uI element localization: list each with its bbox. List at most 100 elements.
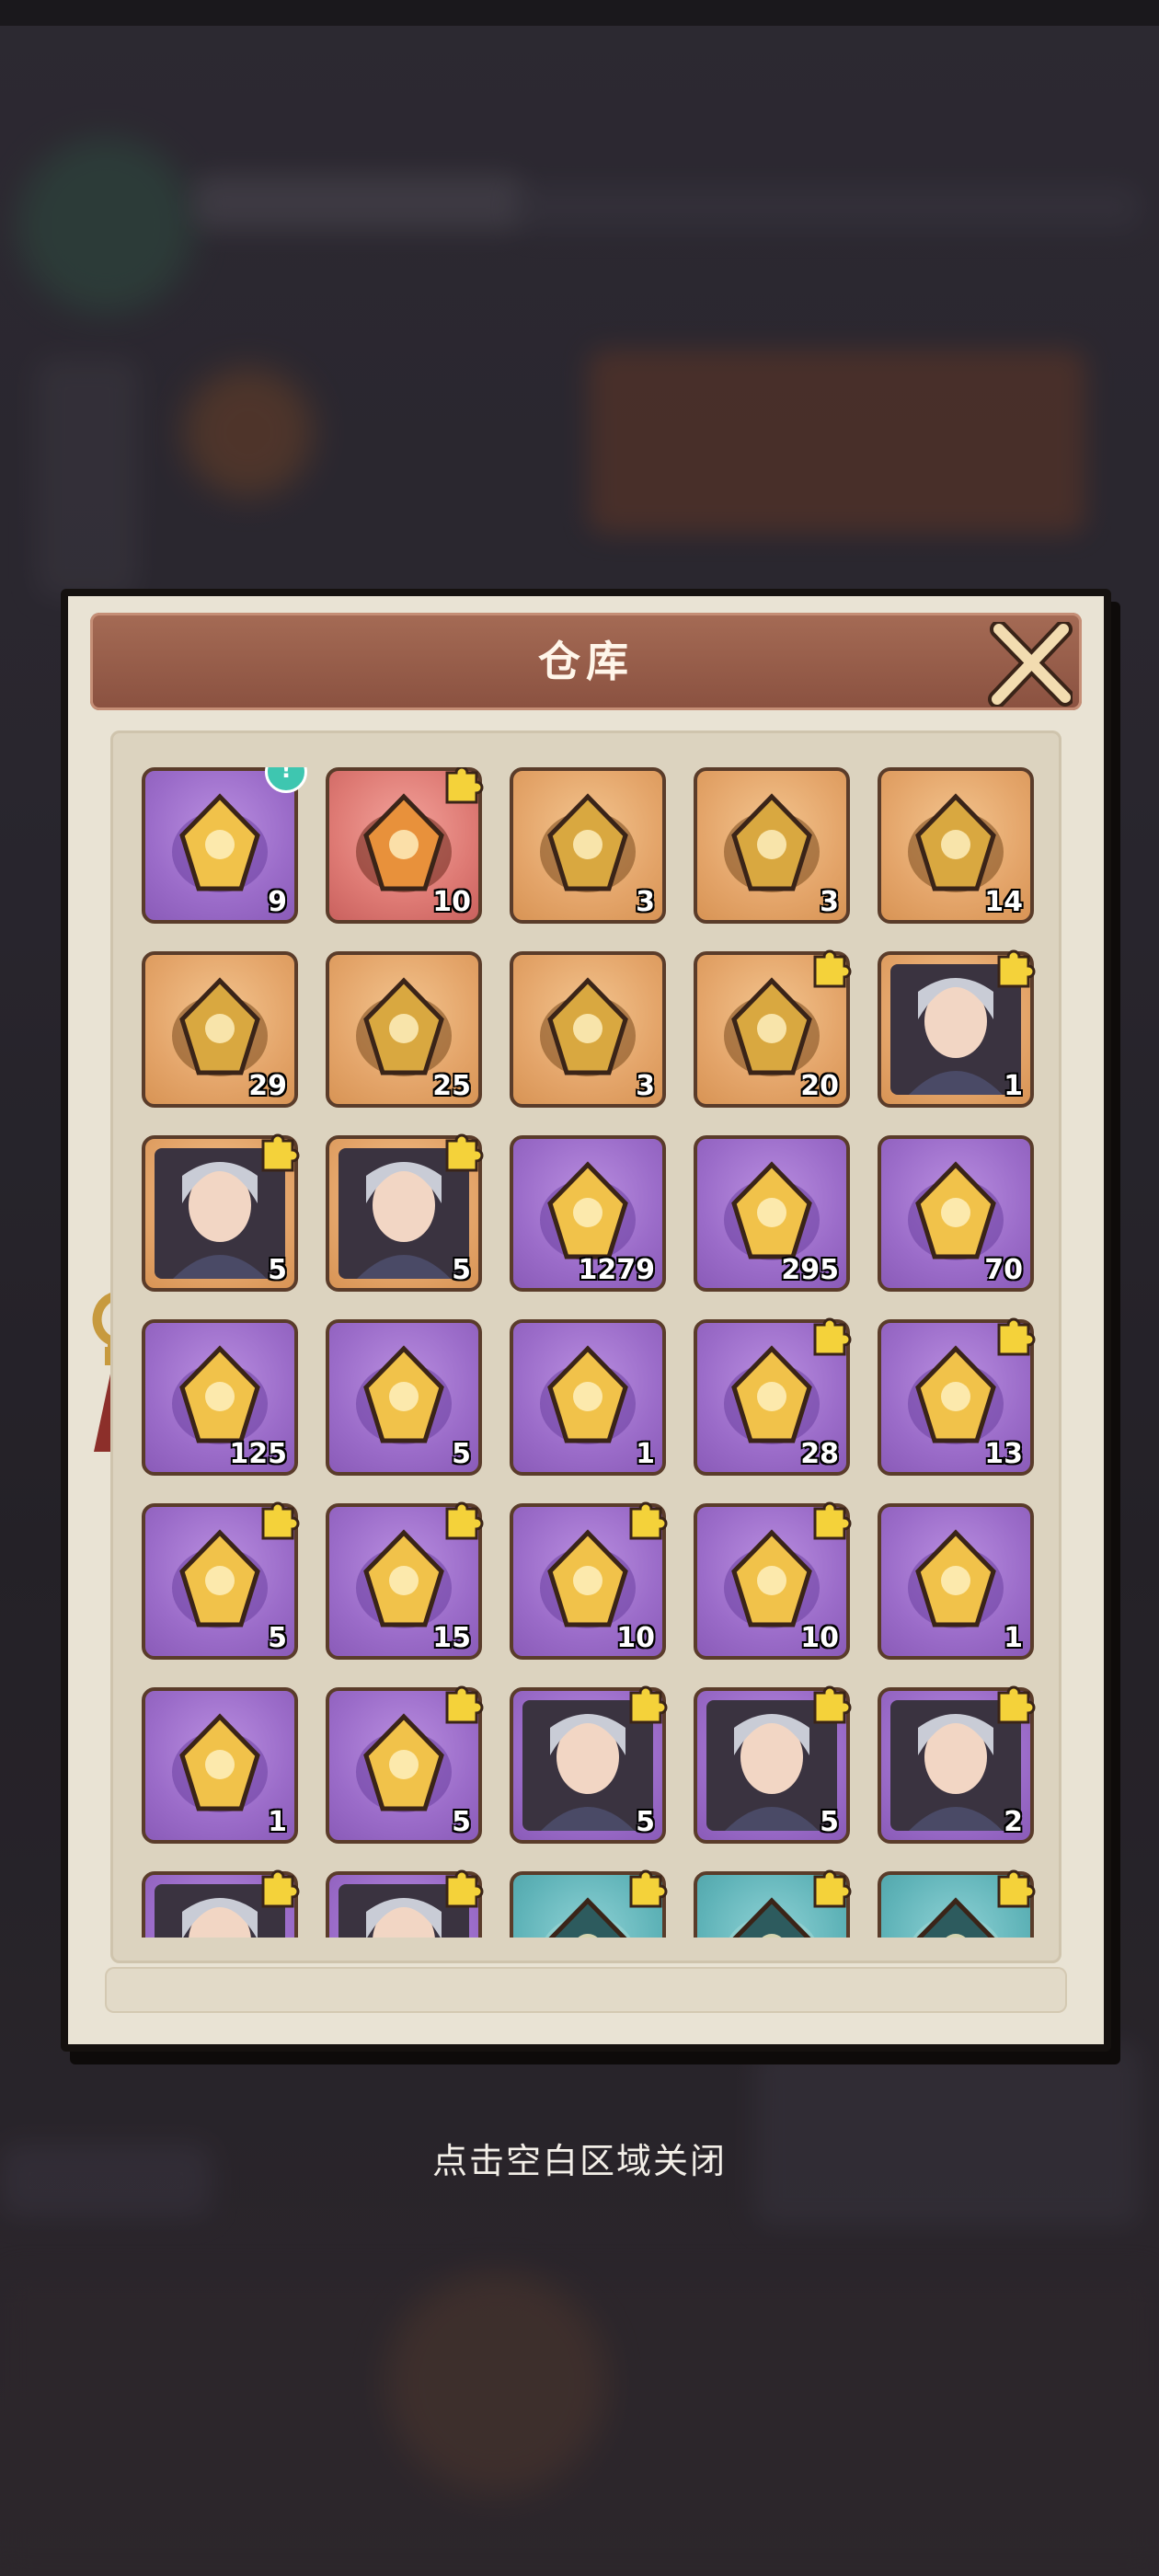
close-icon [988,622,1073,707]
item-count: 1 [1004,1622,1023,1654]
fragment-puzzle-icon [813,1685,852,1724]
item-count: 3 [636,886,655,918]
warehouse-dialog: 仓库 ! 9 10 3 3 14 29 25 3 20 1 5 5 1279 295 70 125 5 1 28 13 5… [61,589,1111,2052]
fragment-puzzle-icon [813,1869,852,1908]
item-slot[interactable] [326,1869,484,1938]
item-slot[interactable]: 5 [326,1319,482,1476]
item-slot[interactable]: 10 [694,1501,852,1660]
item-slot[interactable]: 3 [510,951,666,1108]
item-slot[interactable]: 1 [142,1687,298,1844]
item-slot[interactable]: 5 [510,1685,668,1844]
item-slot[interactable]: 2 [878,1685,1036,1844]
item-slot[interactable]: 70 [878,1135,1034,1292]
item-slot[interactable]: 13 [878,1317,1036,1476]
item-count: 295 [781,1254,839,1286]
item-slot[interactable]: 1 [510,1319,666,1476]
item-count: 5 [452,1438,471,1470]
fragment-puzzle-icon [813,1501,852,1540]
dialog-title: 仓库 [538,637,634,686]
item-slot[interactable]: 5 [142,1501,300,1660]
item-count: 5 [268,1254,287,1286]
fragment-puzzle-icon [813,1317,852,1356]
item-count: 1279 [578,1254,656,1286]
item-count: 10 [616,1622,655,1654]
fragment-puzzle-icon [261,1501,300,1540]
panel-footer [105,1967,1067,2013]
item-count: 13 [984,1438,1023,1470]
item-count: 70 [984,1254,1023,1286]
fragment-puzzle-icon [445,1501,484,1540]
item-slot[interactable]: 125 [142,1319,298,1476]
star-coin-icon [356,1345,452,1444]
item-slot[interactable]: 15 [326,1501,484,1660]
golden-key-icon [540,793,636,892]
silver-medal-icon [172,1713,268,1812]
item-count: 5 [820,1806,839,1838]
item-slot[interactable] [694,1869,852,1938]
item-count: 10 [432,886,471,918]
item-count: 29 [248,1070,287,1102]
item-slot[interactable]: 5 [142,1133,300,1292]
item-slot[interactable]: 29 [142,951,298,1108]
item-slot[interactable] [878,1869,1036,1938]
fragment-puzzle-icon [445,1869,484,1908]
close-button[interactable] [984,618,1076,710]
item-slot[interactable]: 5 [326,1685,484,1844]
item-count: 28 [800,1438,839,1470]
item-slot[interactable]: 5 [326,1133,484,1292]
fragment-puzzle-icon [997,1685,1036,1724]
item-count: 15 [432,1622,471,1654]
item-slot[interactable]: 1 [878,949,1036,1108]
item-count: 125 [229,1438,287,1470]
item-count: 5 [268,1622,287,1654]
item-count: 3 [820,886,839,918]
fragment-puzzle-icon [445,767,484,804]
item-slot[interactable]: 14 [878,767,1034,924]
item-slot[interactable] [142,1869,300,1938]
jade-book-icon [724,793,820,892]
item-slot[interactable]: 3 [510,767,666,924]
item-count: 1 [268,1806,287,1838]
fragment-puzzle-icon [813,949,852,988]
item-slot[interactable]: 10 [326,767,484,924]
item-slot[interactable]: 25 [326,951,482,1108]
item-count: 2 [1004,1806,1023,1838]
fragment-puzzle-icon [261,1133,300,1172]
fragment-puzzle-icon [629,1501,668,1540]
item-count: 20 [800,1070,839,1102]
item-slot[interactable]: 20 [694,949,852,1108]
item-count: 10 [800,1622,839,1654]
fragment-puzzle-icon [997,949,1036,988]
item-count: 5 [636,1806,655,1838]
item-slot[interactable]: 1279 [510,1135,666,1292]
crystal-orb-icon [540,1345,636,1444]
close-hint-text: 点击空白区域关闭 [431,2141,727,2181]
fragment-puzzle-icon [445,1133,484,1172]
item-slot[interactable]: 1 [878,1503,1034,1660]
item-grid-scroll[interactable]: ! 9 10 3 3 14 29 25 3 20 1 5 5 1279 295 70 125 5 1 28 13 5 15 1… [142,767,1061,1938]
golden-chest-icon [172,793,268,892]
item-count: 3 [636,1070,655,1102]
fragment-puzzle-icon [629,1869,668,1908]
item-grid: ! 9 10 3 3 14 29 25 3 20 1 5 5 1279 295 70 125 5 1 28 13 5 15 1… [142,767,1061,1938]
item-slot[interactable]: 10 [510,1501,668,1660]
item-slot[interactable]: 28 [694,1317,852,1476]
elemental-gem-icon [540,977,636,1076]
item-count: 5 [452,1254,471,1286]
item-slot[interactable]: 295 [694,1135,850,1292]
item-count: 9 [268,886,287,918]
fragment-puzzle-icon [445,1685,484,1724]
item-grid-panel[interactable]: ! 9 10 3 3 14 29 25 3 20 1 5 5 1279 295 70 125 5 1 28 13 5 15 1… [110,730,1061,1963]
item-slot[interactable]: ! 9 [142,767,307,924]
item-count: 1 [636,1438,655,1470]
item-count: 5 [452,1806,471,1838]
item-count: 14 [984,886,1023,918]
item-slot[interactable] [510,1869,668,1938]
item-slot[interactable]: 3 [694,767,850,924]
fragment-puzzle-icon [997,1869,1036,1908]
dialog-header: 仓库 [90,613,1082,710]
fragment-puzzle-icon [261,1869,300,1908]
fragment-puzzle-icon [629,1685,668,1724]
item-count: 1 [1004,1070,1023,1102]
item-slot[interactable]: 5 [694,1685,852,1844]
